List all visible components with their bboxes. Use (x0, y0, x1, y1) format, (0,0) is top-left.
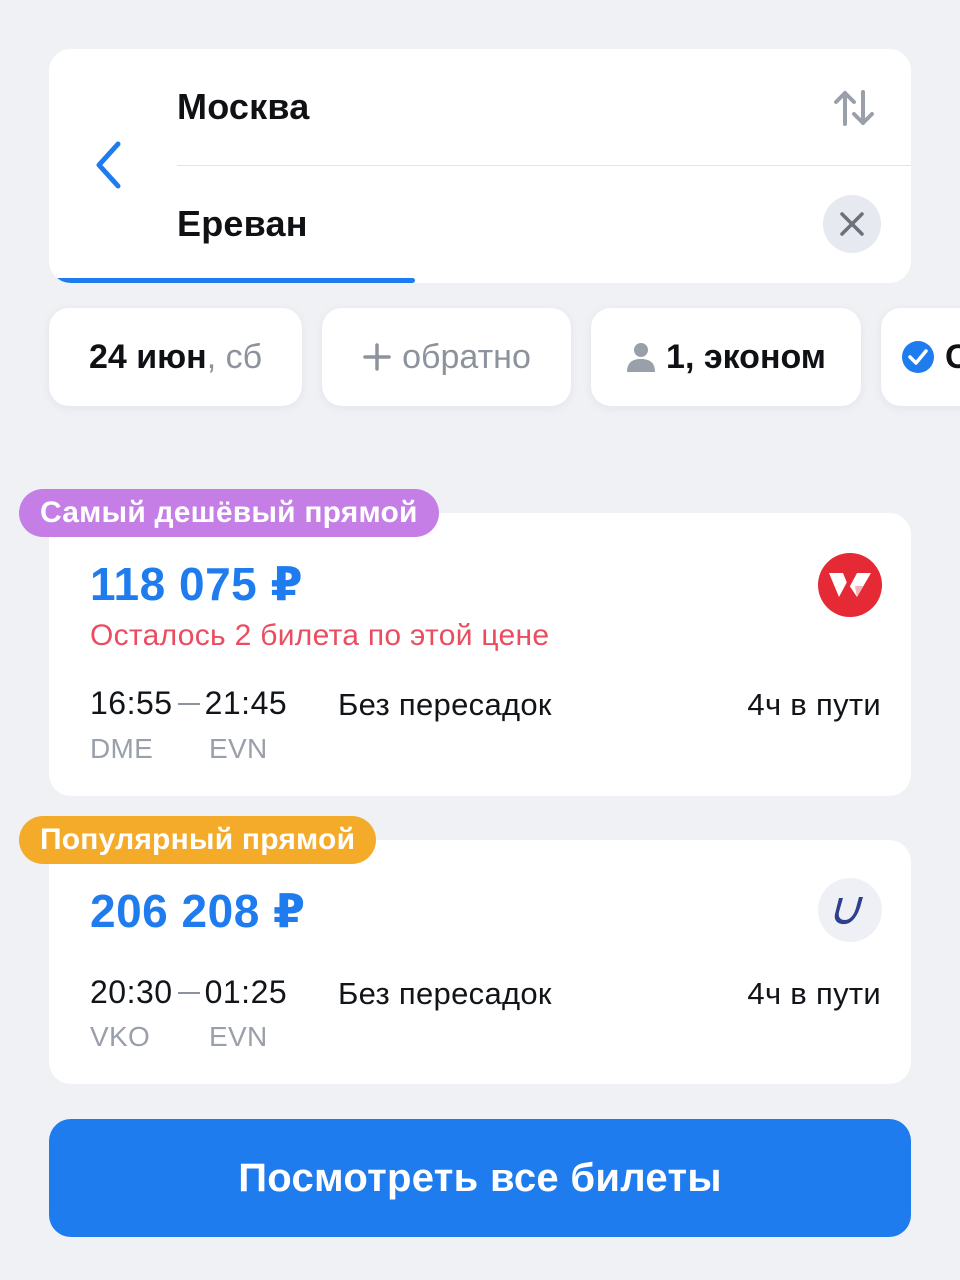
weekday-label: , сб (206, 337, 263, 376)
plus-icon (362, 342, 392, 372)
date-chip[interactable]: 24 июн, сб (49, 308, 302, 406)
arrival-airport: EVN (209, 1021, 268, 1052)
flight-duration: 4ч в пути (747, 976, 881, 1011)
arrival-airport: EVN (209, 733, 268, 764)
time-separator (177, 702, 200, 705)
passengers-chip[interactable]: 1, эконом (591, 308, 861, 406)
ticket-price: 118 075 ₽ (90, 558, 304, 610)
search-form-card: Москва Ереван (49, 49, 911, 283)
departure-time: 16:55 (90, 685, 173, 721)
time-separator (177, 991, 200, 994)
date-label: 24 июн (88, 337, 207, 376)
stops-info: Без пересадок (338, 976, 552, 1011)
extra-filter-chip[interactable]: С (881, 308, 960, 406)
seats-left-warning: Осталось 2 билета по этой цене (90, 619, 550, 652)
flight-times: 20:30 01:25 (90, 974, 287, 1011)
departure-airport: VKO (90, 1021, 151, 1052)
extra-filter-label: С (945, 337, 960, 376)
swap-route-button[interactable] (831, 85, 877, 131)
origin-city: Москва (177, 86, 310, 127)
flight-duration: 4ч в пути (747, 687, 881, 722)
flight-times: 16:55 21:45 (90, 685, 287, 722)
origin-field[interactable]: Москва (177, 49, 911, 166)
airport-codes: DME EVN (90, 733, 267, 765)
return-label: обратно (402, 337, 531, 376)
popular-direct-badge: Популярный прямой (19, 816, 377, 864)
person-icon (626, 341, 656, 373)
destination-city: Ереван (177, 203, 308, 244)
cheapest-direct-badge: Самый дешёвый прямой (19, 489, 439, 537)
back-button[interactable] (79, 135, 139, 195)
blue-u-logo-icon (818, 878, 882, 942)
red-wing-logo-icon (818, 553, 882, 617)
view-all-tickets-button[interactable]: Посмотреть все билеты (49, 1119, 911, 1237)
checkbox-checked-icon (901, 340, 935, 374)
ticket-card[interactable]: 118 075 ₽ Осталось 2 билета по этой цене… (49, 513, 911, 796)
passengers-label: 1, эконом (666, 337, 826, 376)
progress-underline (49, 278, 415, 283)
swap-arrows-icon (834, 90, 874, 126)
clear-destination-button[interactable] (823, 195, 881, 253)
departure-time: 20:30 (90, 974, 173, 1010)
return-date-chip[interactable]: обратно (322, 308, 571, 406)
departure-airport: DME (90, 733, 154, 764)
destination-field[interactable]: Ереван (177, 166, 911, 282)
arrival-time: 21:45 (204, 685, 288, 721)
chevron-left-icon (96, 141, 121, 189)
airport-codes: VKO EVN (90, 1021, 267, 1053)
arrival-time: 01:25 (204, 974, 288, 1010)
ticket-price: 206 208 ₽ (90, 885, 306, 937)
close-icon (840, 212, 864, 236)
ticket-card[interactable]: 206 208 ₽ 20:30 01:25 VKO EVN Без переса… (49, 840, 911, 1084)
stops-info: Без пересадок (338, 687, 552, 722)
